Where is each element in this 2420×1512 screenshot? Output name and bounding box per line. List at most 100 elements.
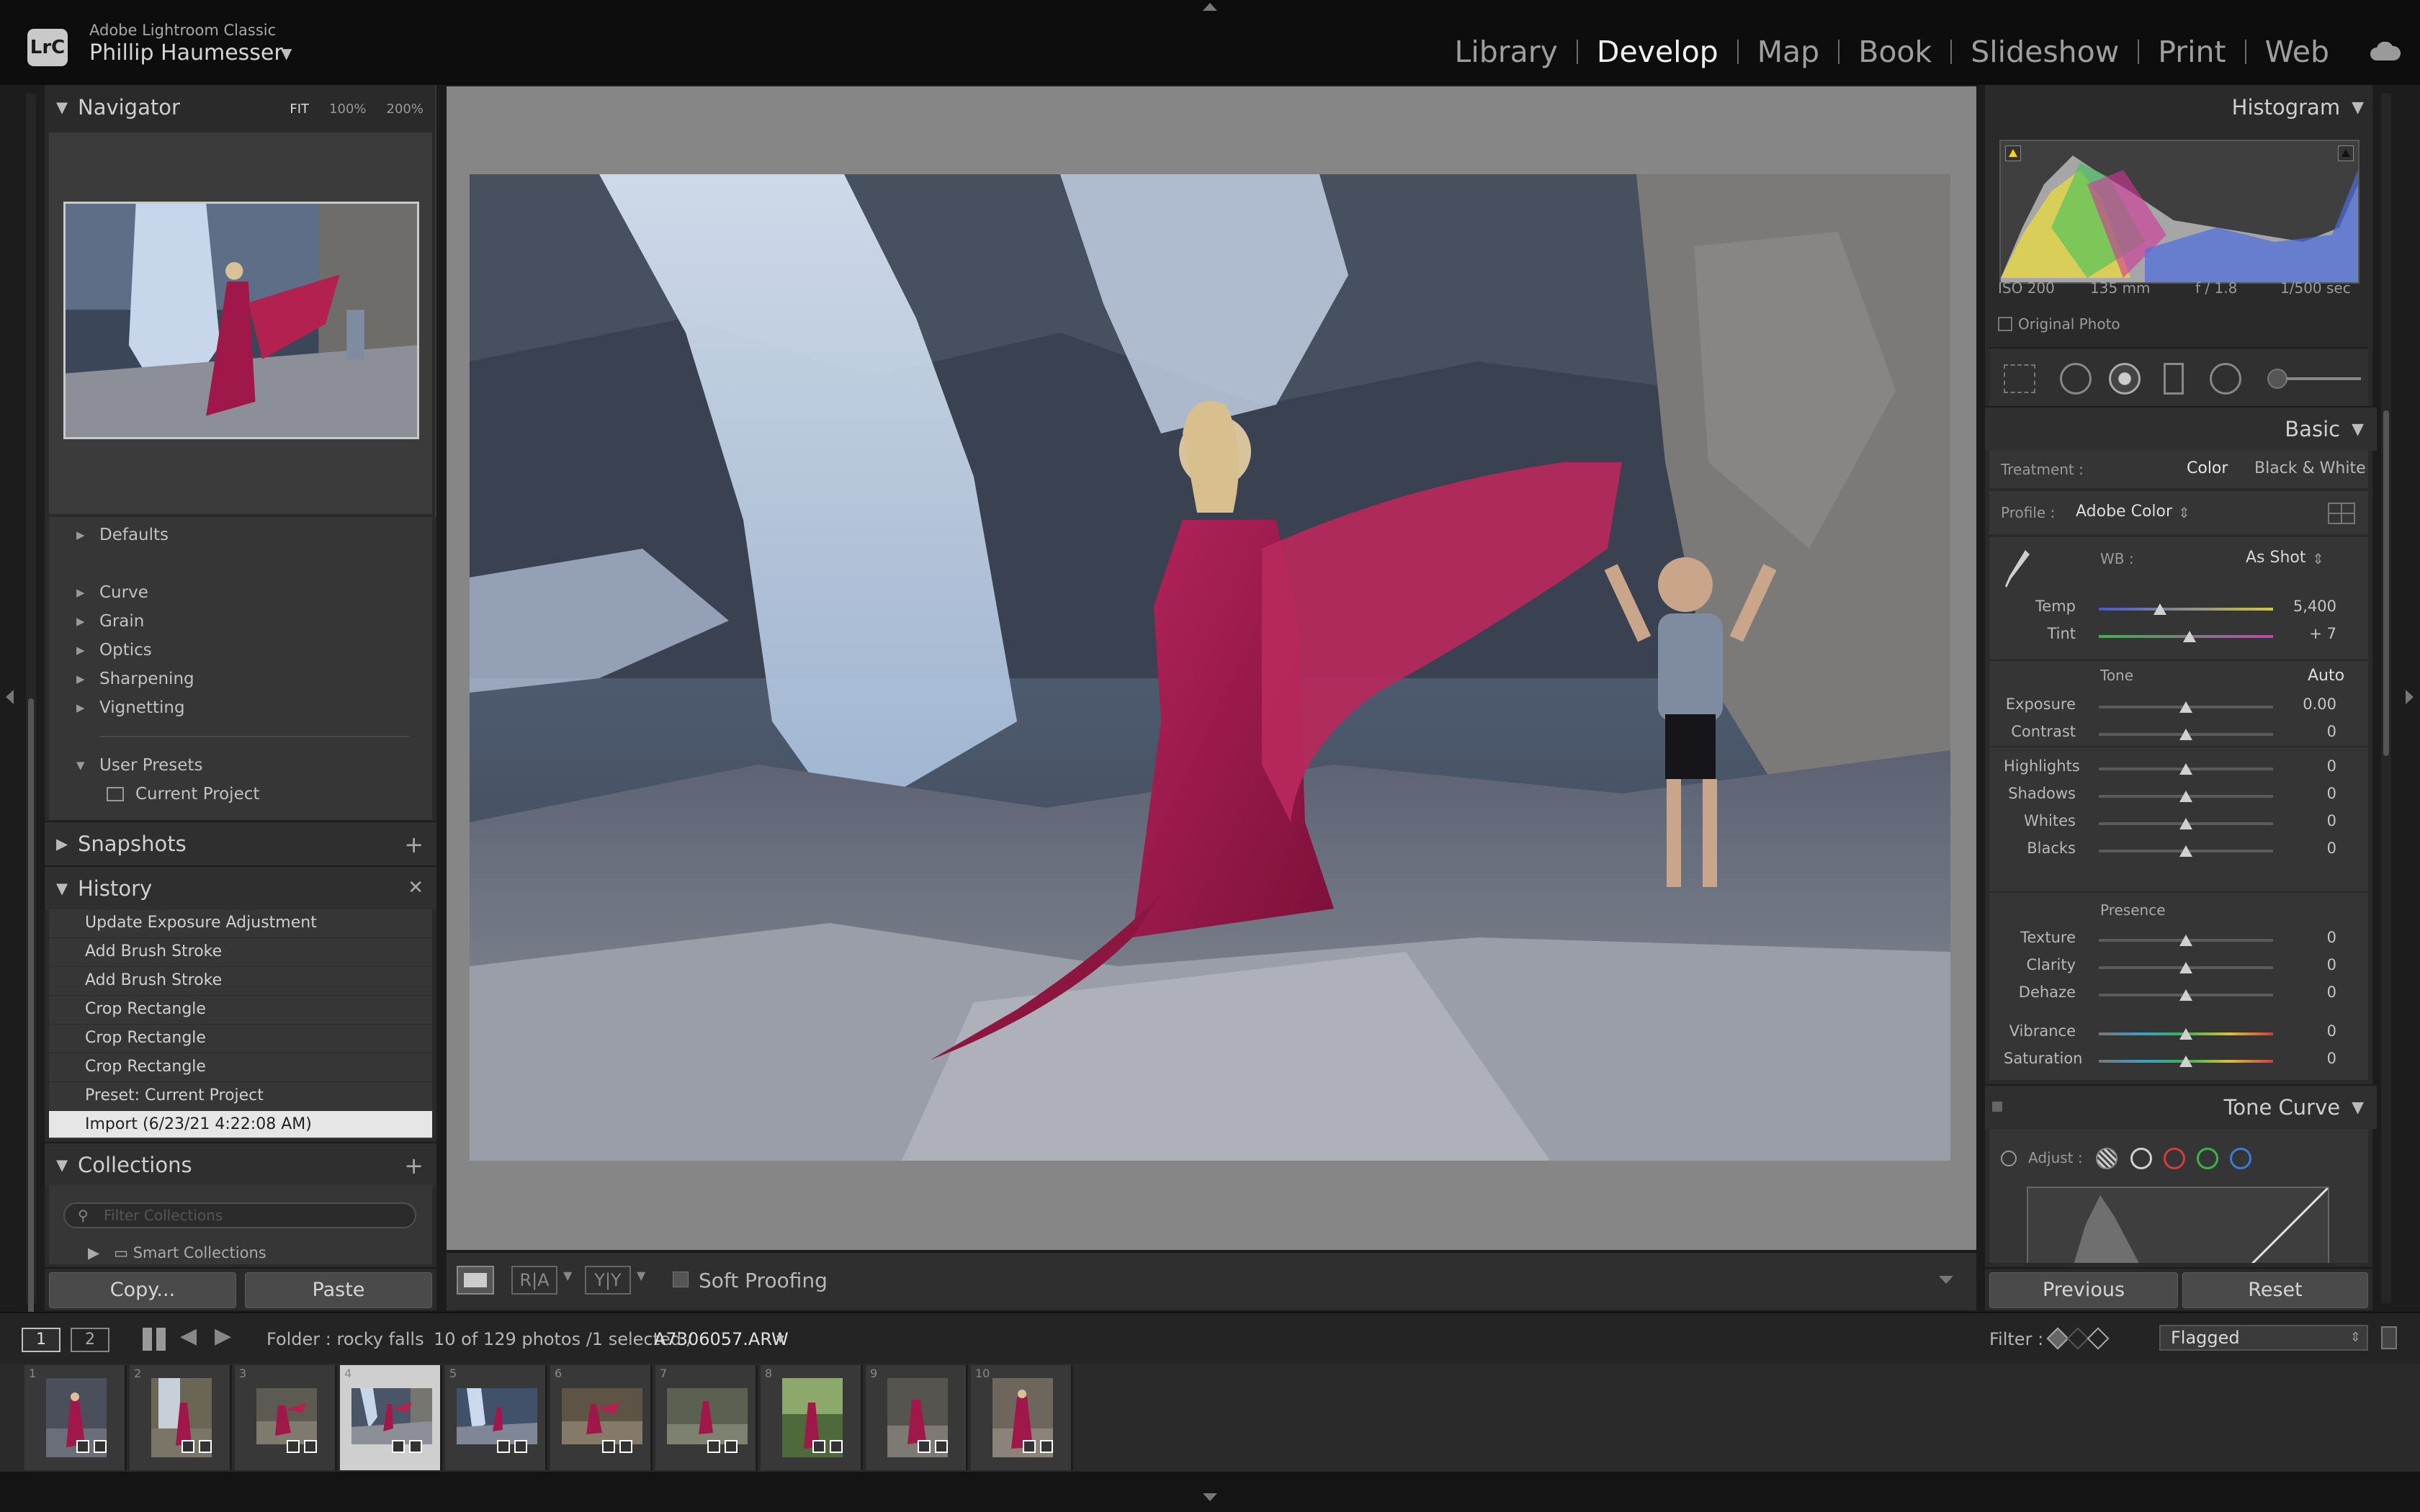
histogram-graph[interactable] [1999, 140, 2360, 284]
filmstrip-cell[interactable]: 6 [550, 1365, 653, 1470]
preset-folder-sharpening[interactable]: ▶ Sharpening [76, 670, 194, 688]
tint-value[interactable]: + 7 [2264, 625, 2336, 642]
contrast-value[interactable]: 0 [2264, 723, 2336, 740]
yy-dropdown-icon[interactable]: ▼ [637, 1269, 645, 1282]
bottom-panel-toggle-icon[interactable] [1203, 1493, 1217, 1501]
clarity-slider-knob[interactable] [2179, 962, 2192, 973]
reset-button[interactable]: Reset [2182, 1272, 2368, 1308]
filmstrip-cell[interactable]: 2 [130, 1365, 232, 1470]
red-eye-icon[interactable] [2109, 363, 2141, 395]
right-panel-toggle-icon[interactable] [2406, 690, 2414, 704]
left-scrollbar[interactable] [26, 94, 36, 1318]
filmstrip-cell[interactable]: 9 [866, 1365, 968, 1470]
secondary-window-button[interactable]: 2 [71, 1328, 109, 1352]
zoom-fit[interactable]: FIT [290, 102, 309, 117]
exposure-slider-knob[interactable] [2179, 701, 2192, 713]
zoom-200[interactable]: 200% [387, 102, 424, 117]
filter-preset-dropdown[interactable]: Flagged ⇕ [2159, 1325, 2368, 1351]
forward-arrow-icon[interactable]: ▶ [215, 1323, 231, 1349]
filename-dropdown-icon[interactable]: ▼ [776, 1333, 784, 1345]
collapse-triangle-icon[interactable]: ▼ [2352, 420, 2364, 438]
filter-collections-input[interactable]: ⚲ Filter Collections [63, 1202, 416, 1228]
collapse-triangle-icon[interactable]: ▼ [56, 1156, 78, 1174]
filter-lock-toggle[interactable] [2381, 1326, 2397, 1349]
module-book[interactable]: Book [1839, 35, 1950, 69]
profile-dropdown-arrow-icon[interactable]: ⇕ [2178, 504, 2190, 521]
blacks-value[interactable]: 0 [2264, 840, 2336, 857]
expand-triangle-icon[interactable]: ▶ [76, 528, 99, 541]
copy-button[interactable]: Copy... [49, 1272, 236, 1308]
history-header[interactable]: ▼ History ✕ [45, 865, 436, 910]
snapshots-header[interactable]: ▶ Snapshots + [45, 821, 436, 865]
point-curve-rgb-icon[interactable] [2130, 1148, 2152, 1169]
vibrance-slider-knob[interactable] [2179, 1028, 2192, 1040]
crop-tool-icon[interactable] [2004, 364, 2035, 393]
main-window-button[interactable]: 1 [22, 1328, 60, 1352]
tone-curve-header[interactable]: Tone Curve ▼ [1985, 1084, 2377, 1129]
filmstrip-cell-selected[interactable]: 4 [340, 1365, 442, 1470]
collections-header[interactable]: ▼ Collections + [45, 1142, 436, 1187]
before-after-yy-button[interactable]: Y|Y [585, 1266, 631, 1295]
cloud-sync-icon[interactable] [2370, 42, 2401, 60]
history-item[interactable]: Add Brush Stroke [49, 966, 432, 994]
filmstrip-cell[interactable]: 8 [761, 1365, 863, 1470]
clarity-value[interactable]: 0 [2264, 956, 2336, 973]
collapse-triangle-icon[interactable]: ▼ [56, 99, 78, 116]
zoom-100[interactable]: 100% [329, 102, 366, 117]
user-dropdown-icon[interactable]: ▼ [281, 45, 292, 62]
exposure-value[interactable]: 0.00 [2264, 696, 2336, 713]
wb-dropdown[interactable]: As Shot [2246, 549, 2306, 567]
profile-browser-grid-icon[interactable] [2328, 503, 2355, 524]
preset-folder-curve[interactable]: ▶ Curve [76, 583, 148, 602]
preset-folder-optics[interactable]: ▶ Optics [76, 641, 152, 660]
module-map[interactable]: Map [1739, 35, 1839, 69]
tone-auto-button[interactable]: Auto [2308, 667, 2344, 685]
filmstrip-cell[interactable]: 10 [971, 1365, 1073, 1470]
adjustment-brush-icon[interactable] [2267, 369, 2287, 389]
history-item[interactable]: Update Exposure Adjustment [49, 909, 432, 936]
blacks-slider-knob[interactable] [2179, 845, 2192, 857]
add-snapshot-icon[interactable]: + [404, 831, 424, 858]
histogram-header[interactable]: Histogram ▼ [1985, 85, 2377, 130]
expand-triangle-icon[interactable]: ▶ [76, 644, 99, 657]
texture-value[interactable]: 0 [2264, 929, 2336, 946]
filmstrip-cell[interactable]: 7 [655, 1365, 758, 1470]
profile-dropdown[interactable]: Adobe Color [2076, 503, 2172, 521]
spot-removal-icon[interactable] [2060, 363, 2092, 395]
flag-filter-icons[interactable] [2046, 1327, 2110, 1351]
clear-history-icon[interactable]: ✕ [408, 877, 424, 899]
module-develop[interactable]: Develop [1578, 35, 1737, 69]
temp-value[interactable]: 5,400 [2264, 598, 2336, 615]
wb-dropdown-arrow-icon[interactable]: ⇕ [2312, 550, 2324, 567]
preset-folder-defaults[interactable]: ▶ Defaults [76, 526, 169, 544]
main-photo[interactable] [470, 174, 1950, 1161]
tone-curve-toggle-switch[interactable] [1992, 1102, 2002, 1112]
highlights-value[interactable]: 0 [2264, 757, 2336, 775]
smart-collections-item[interactable]: ▶ ▭ Smart Collections [88, 1244, 266, 1261]
right-scrollbar[interactable] [2381, 94, 2391, 1303]
history-item[interactable]: Crop Rectangle [49, 1053, 432, 1080]
collapse-triangle-icon[interactable]: ▼ [2352, 99, 2364, 117]
preset-folder-vignetting[interactable]: ▶ Vignetting [76, 698, 185, 717]
preset-current-project[interactable]: Current Project [107, 785, 259, 804]
add-collection-icon[interactable]: + [404, 1152, 424, 1179]
history-item[interactable]: Preset: Current Project [49, 1081, 432, 1109]
shadows-slider-knob[interactable] [2179, 791, 2192, 802]
module-slideshow[interactable]: Slideshow [1952, 35, 2138, 69]
graduated-filter-icon[interactable] [2164, 363, 2184, 395]
dehaze-slider-knob[interactable] [2179, 989, 2192, 1001]
expand-triangle-icon[interactable]: ▶ [56, 835, 78, 852]
saturation-slider-knob[interactable] [2179, 1056, 2192, 1067]
identity-plate-user[interactable]: Phillip Haumesser [89, 40, 283, 66]
original-photo-checkbox[interactable] [1998, 317, 2012, 331]
filmstrip-cell[interactable]: 5 [445, 1365, 547, 1470]
history-item-selected[interactable]: Import (6/23/21 4:22:08 AM) [49, 1110, 432, 1138]
paste-button[interactable]: Paste [245, 1272, 432, 1308]
treatment-color-option[interactable]: Color [2187, 459, 2228, 477]
history-item[interactable]: Add Brush Stroke [49, 937, 432, 965]
expand-triangle-icon[interactable]: ▶ [76, 672, 99, 685]
treatment-bw-option[interactable]: Black & White [2254, 459, 2366, 477]
collapse-triangle-icon[interactable]: ▼ [76, 759, 99, 772]
shadow-clipping-warning[interactable] [2005, 145, 2021, 161]
contrast-slider-knob[interactable] [2179, 729, 2192, 740]
